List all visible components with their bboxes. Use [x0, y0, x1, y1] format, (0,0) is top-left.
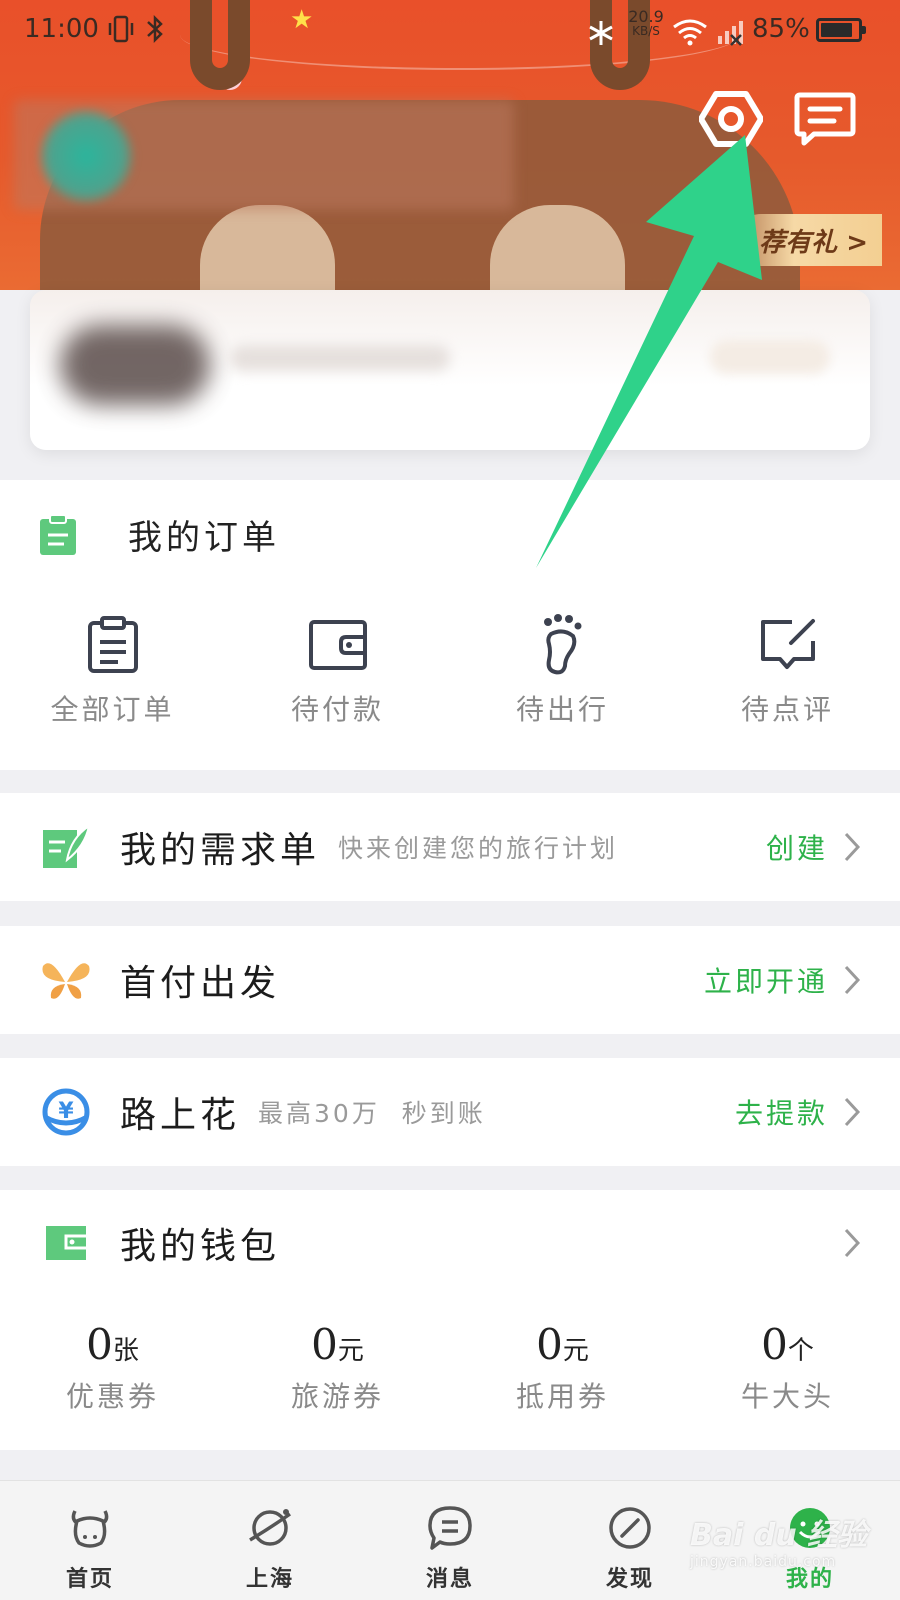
chevron-right-icon	[842, 831, 870, 863]
wallet-niudatou-unit: 个	[787, 1336, 814, 1366]
bluetooth-icon	[144, 14, 166, 51]
chevron-right-icon	[842, 964, 870, 996]
vibrate-icon	[108, 14, 134, 51]
my-wallet-title: 我的钱包	[120, 1226, 281, 1267]
credit-loan-title: 路上花	[120, 1095, 241, 1136]
tab-mine[interactable]: 我的	[720, 1481, 900, 1600]
wallet-offset-voucher[interactable]: 0元 抵用券	[450, 1320, 675, 1415]
message-icon	[794, 92, 856, 146]
network-speed-unit: KB/S	[632, 24, 660, 38]
chevron-right-icon	[842, 1227, 870, 1259]
order-review-button[interactable]: 待点评	[675, 610, 900, 728]
settings-button[interactable]	[696, 84, 766, 154]
member-level-badge-blurred	[60, 325, 210, 405]
down-payment-title: 首付出发	[120, 963, 281, 1004]
compass-icon	[609, 1507, 651, 1549]
wallet-green-icon	[46, 1226, 86, 1260]
signal-icon	[716, 18, 746, 53]
credit-loan-row[interactable]: ¥ 路上花 最高30万 秒到账 去提款	[0, 1058, 900, 1166]
status-time: 11:00	[24, 14, 99, 44]
my-orders-title: 我的订单	[128, 518, 280, 558]
tab-messages[interactable]: 消息	[360, 1481, 540, 1600]
order-all-label: 全部订单	[50, 693, 175, 726]
wallet-niudatou-value: 0	[761, 1320, 788, 1369]
order-upcoming-label: 待出行	[515, 693, 609, 726]
wallet-niudatou-label: 牛大头	[740, 1380, 834, 1413]
order-review-label: 待点评	[740, 693, 834, 726]
wallet-coupon-unit: 张	[112, 1336, 139, 1366]
wallet-travel-voucher[interactable]: 0元 旅游券	[225, 1320, 450, 1415]
order-all-button[interactable]: 全部订单	[0, 610, 225, 728]
clipboard-icon	[87, 616, 138, 673]
network-speed-value: 20.9	[628, 7, 664, 26]
wallet-niudatou[interactable]: 0个 牛大头	[675, 1320, 900, 1415]
member-text-blurred	[230, 345, 450, 371]
wallet-coupon[interactable]: 0张 优惠券	[0, 1320, 225, 1415]
wallet-icon	[308, 620, 367, 670]
demand-subtitle: 快来创建您的旅行计划	[338, 834, 619, 863]
tab-home-label: 首页	[65, 1567, 114, 1592]
planet-icon	[249, 1509, 292, 1546]
status-bar: 11:00 20.9 KB/S 85%	[0, 0, 900, 64]
tab-messages-label: 消息	[425, 1567, 474, 1592]
butterfly-icon	[42, 963, 90, 999]
battery-percent: 85%	[752, 14, 810, 44]
wallet-travel-voucher-label: 旅游券	[290, 1380, 384, 1413]
wifi-icon	[672, 18, 708, 53]
order-upcoming-button[interactable]: 待出行	[450, 610, 675, 728]
network-speed: 20.9 KB/S	[624, 7, 668, 39]
tab-city-label: 上海	[245, 1567, 294, 1592]
tab-mine-label: 我的	[785, 1567, 834, 1592]
my-demand-row[interactable]: 我的需求单 快来创建您的旅行计划 创建	[0, 793, 900, 901]
chevron-right-icon	[842, 1096, 870, 1128]
demand-title: 我的需求单	[120, 830, 321, 871]
cow-head-icon	[71, 1510, 109, 1548]
wallet-coupon-value: 0	[86, 1320, 113, 1369]
wallet-offset-voucher-value: 0	[536, 1320, 563, 1369]
wallet-stats-grid: 0张 优惠券 0元 旅游券 0元 抵用券 0个 牛大头	[0, 1320, 900, 1415]
credit-loan-withdraw-link[interactable]: 去提款	[735, 1092, 828, 1132]
bottom-tab-bar: 首页 上海 消息 发现 我的	[0, 1480, 900, 1600]
my-orders-header[interactable]: 我的订单	[38, 510, 280, 559]
wallet-travel-voucher-unit: 元	[337, 1336, 364, 1366]
avatar[interactable]	[38, 108, 134, 204]
battery-cap	[862, 26, 866, 34]
my-wallet-card: 我的钱包 0张 优惠券 0元 旅游券 0元 抵用券 0个 牛大头	[0, 1190, 900, 1450]
order-unpaid-button[interactable]: 待付款	[225, 610, 450, 728]
recommend-reward-button[interactable]: 荐有礼 >	[735, 214, 882, 266]
order-unpaid-label: 待付款	[290, 693, 384, 726]
battery-fill	[821, 23, 852, 37]
settings-hexagon-icon	[699, 91, 763, 147]
wallet-offset-voucher-unit: 元	[562, 1336, 589, 1366]
comment-edit-icon	[760, 619, 815, 669]
chat-bubble-icon	[428, 1506, 472, 1550]
wallet-travel-voucher-value: 0	[311, 1320, 338, 1369]
order-clipboard-icon	[40, 513, 76, 555]
footprint-icon	[543, 614, 581, 675]
my-orders-card: 我的订单 全部订单 待付款 待出行 待点评	[0, 480, 900, 770]
wallet-coupon-label: 优惠券	[65, 1380, 159, 1413]
yuan-coin-icon: ¥	[42, 1088, 90, 1136]
down-payment-activate-link[interactable]: 立即开通	[704, 960, 828, 1000]
snowflake-icon	[588, 20, 614, 53]
smiley-icon	[790, 1508, 830, 1548]
tab-discover[interactable]: 发现	[540, 1481, 720, 1600]
demand-create-link[interactable]: 创建	[766, 827, 828, 867]
down-payment-row[interactable]: 首付出发 立即开通	[0, 926, 900, 1034]
member-card-blurred[interactable]	[30, 290, 870, 450]
message-button[interactable]	[790, 84, 860, 154]
member-action-blurred	[710, 340, 830, 374]
svg-text:¥: ¥	[58, 1099, 74, 1124]
tab-discover-label: 发现	[605, 1567, 654, 1592]
recommend-reward-label: 荐有礼 >	[759, 227, 868, 258]
order-status-grid: 全部订单 待付款 待出行 待点评	[0, 610, 900, 728]
demand-form-icon	[43, 824, 91, 868]
tab-city[interactable]: 上海	[180, 1481, 360, 1600]
battery-icon	[816, 18, 866, 42]
my-wallet-header[interactable]: 我的钱包	[0, 1190, 900, 1296]
tab-home[interactable]: 首页	[0, 1481, 180, 1600]
wallet-offset-voucher-label: 抵用券	[515, 1380, 609, 1413]
credit-loan-subtitle: 最高30万 秒到账	[258, 1099, 486, 1128]
